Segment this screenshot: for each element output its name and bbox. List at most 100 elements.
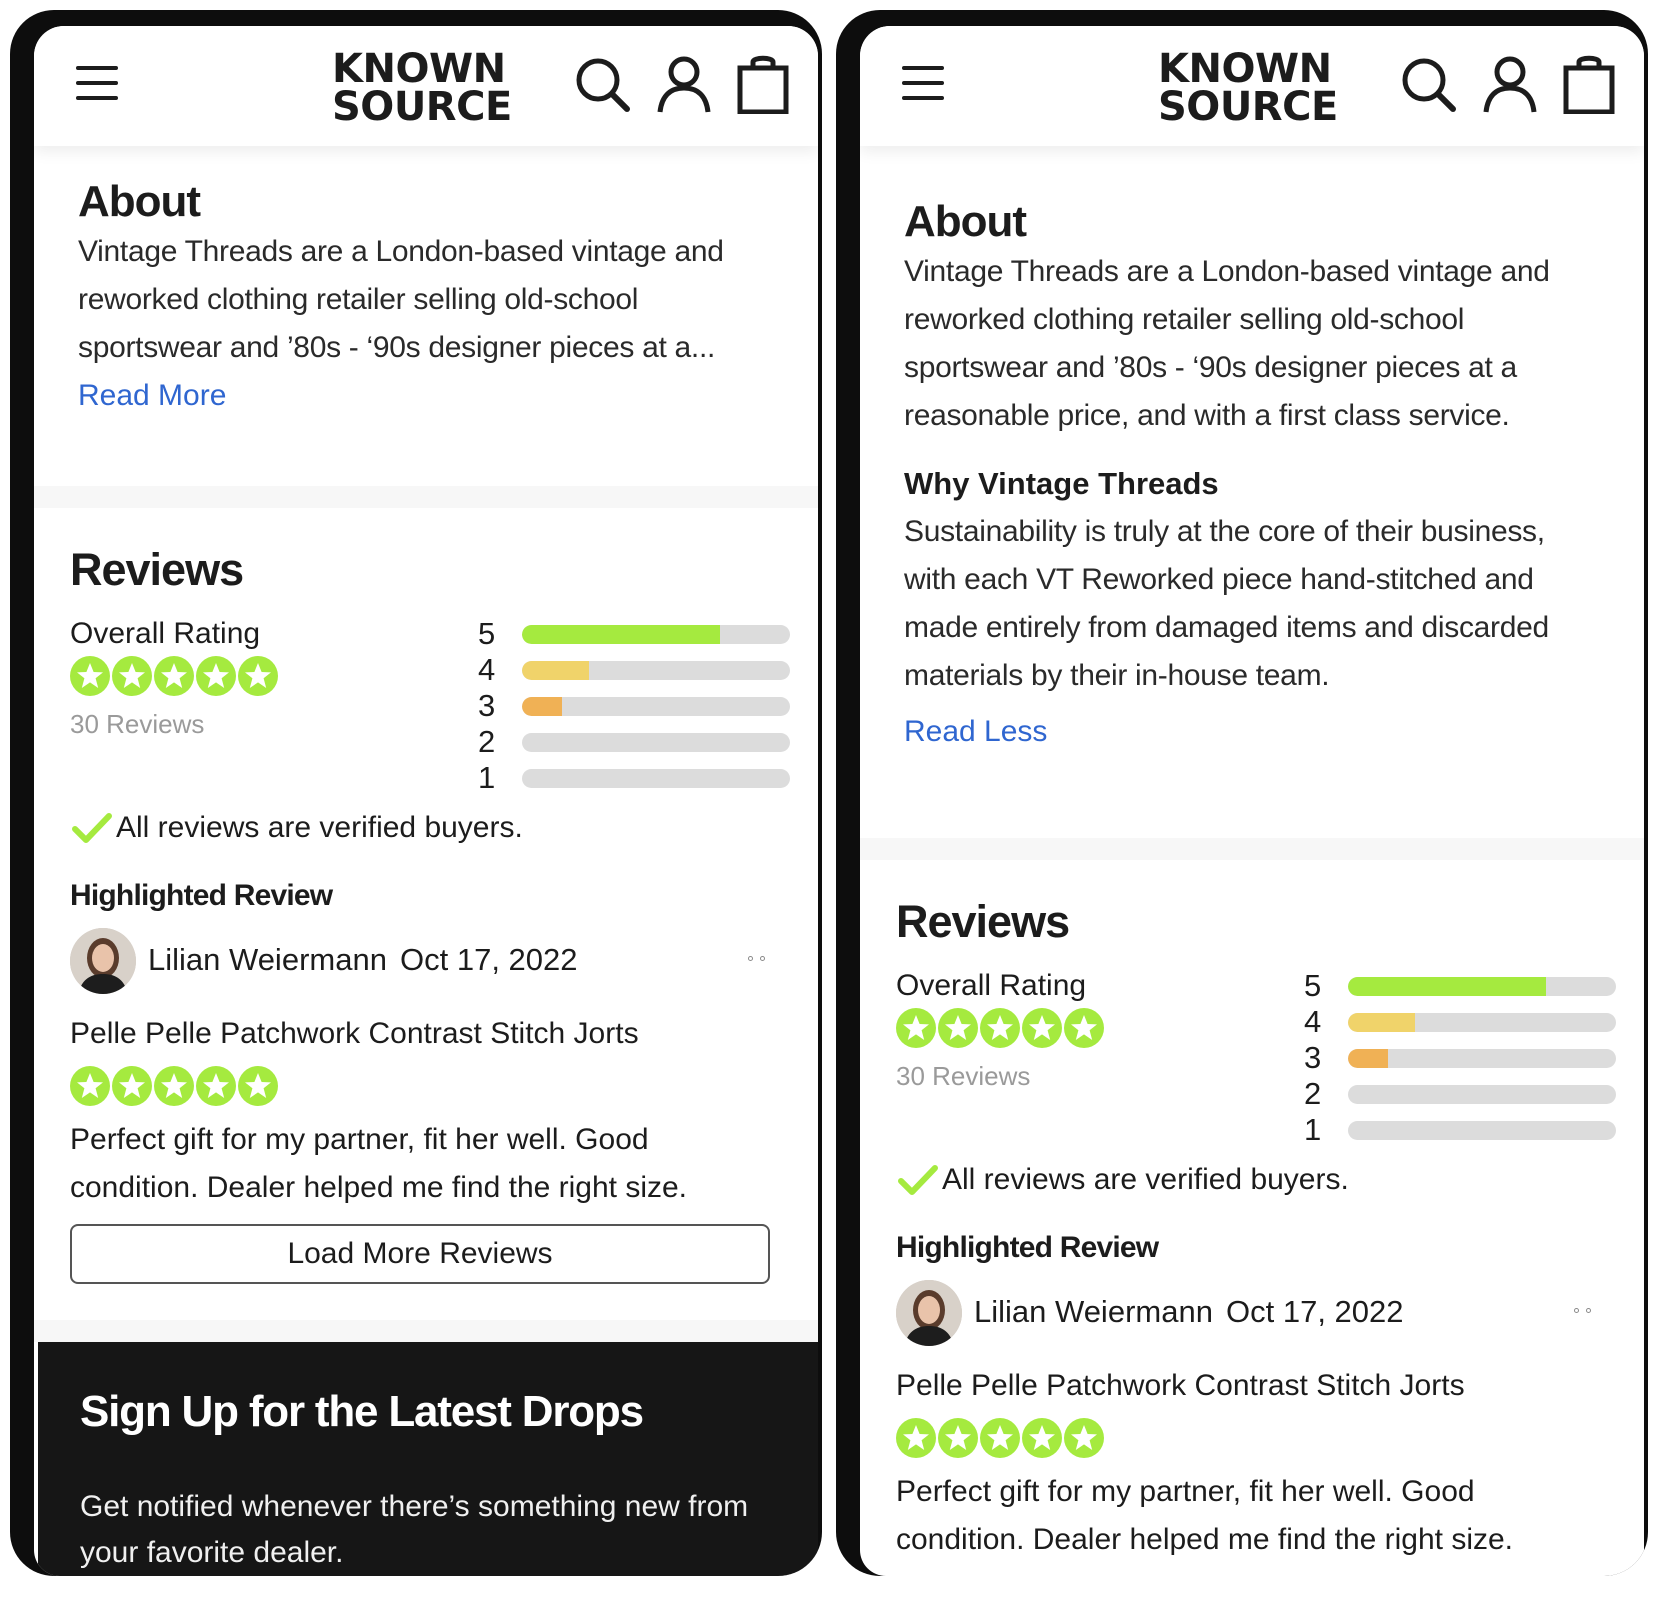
more-options-icon[interactable] bbox=[1572, 1304, 1602, 1318]
verified-text: All reviews are verified buyers. bbox=[942, 1163, 1349, 1196]
review-date: Oct 17, 2022 bbox=[1226, 1294, 1404, 1329]
star-icon bbox=[238, 1066, 278, 1106]
reviewer-name[interactable]: Lilian Weiermann bbox=[974, 1292, 1213, 1332]
review-stars bbox=[70, 1066, 818, 1106]
star-icon bbox=[1022, 1008, 1062, 1048]
rating-row-3[interactable]: 3 bbox=[1304, 1040, 1616, 1076]
menu-icon[interactable] bbox=[76, 64, 118, 102]
section-divider bbox=[34, 1320, 818, 1342]
rating-row-1[interactable]: 1 bbox=[478, 760, 790, 796]
page-content: About Vintage Threads are a London-based… bbox=[860, 196, 1644, 1564]
about-description: Vintage Threads are a London-based vinta… bbox=[78, 235, 724, 364]
review-count[interactable]: 30 Reviews bbox=[70, 708, 204, 740]
signup-text: Get notified whenever there’s something … bbox=[80, 1490, 749, 1569]
signup-title: Sign Up for the Latest Drops bbox=[80, 1387, 644, 1436]
rating-bar bbox=[1348, 1121, 1616, 1140]
rating-row-4[interactable]: 4 bbox=[1304, 1004, 1616, 1040]
app-header: KNOWN SOURCE bbox=[860, 26, 1644, 146]
reviewed-product[interactable]: Pelle Pelle Patchwork Contrast Stitch Jo… bbox=[70, 1012, 818, 1056]
star-icon bbox=[112, 656, 152, 696]
rating-row-2[interactable]: 2 bbox=[1304, 1076, 1616, 1112]
rating-bar-fill bbox=[522, 697, 563, 716]
rating-level-label: 4 bbox=[1304, 1004, 1322, 1039]
rating-row-4[interactable]: 4 bbox=[478, 652, 790, 688]
star-icon bbox=[112, 1066, 152, 1106]
avatar[interactable] bbox=[70, 928, 136, 994]
rating-bar bbox=[1348, 1013, 1616, 1032]
check-icon bbox=[72, 813, 112, 843]
star-icon bbox=[238, 656, 278, 696]
rating-bar-fill bbox=[522, 625, 721, 644]
review-text: Perfect gift for my partner, fit her wel… bbox=[70, 1123, 688, 1204]
section-divider bbox=[34, 486, 818, 508]
review-count[interactable]: 30 Reviews bbox=[896, 1060, 1030, 1092]
phone-screen: KNOWN SOURCE About Vintage Threads are a… bbox=[34, 26, 818, 1576]
rating-bar bbox=[522, 625, 790, 644]
reviewer-name[interactable]: Lilian Weiermann bbox=[148, 940, 387, 980]
read-less-link[interactable]: Read Less bbox=[904, 708, 1644, 756]
review-author: Lilian Weiermann Oct 17, 2022 bbox=[70, 928, 818, 996]
rating-bar-fill bbox=[522, 661, 589, 680]
rating-level-label: 2 bbox=[478, 724, 496, 759]
about-title: About bbox=[904, 197, 1027, 246]
rating-level-label: 1 bbox=[1304, 1112, 1322, 1147]
rating-level-label: 4 bbox=[478, 652, 496, 687]
avatar[interactable] bbox=[896, 1280, 962, 1346]
rating-level-label: 3 bbox=[478, 688, 496, 723]
rating-level-label: 3 bbox=[1304, 1040, 1322, 1075]
brand-logo[interactable]: KNOWN SOURCE bbox=[332, 49, 522, 130]
rating-bar bbox=[522, 697, 790, 716]
search-icon[interactable] bbox=[572, 54, 632, 114]
phone-expanded-view: KNOWN SOURCE About Vintage Threads are a… bbox=[836, 10, 1648, 1576]
why-text: Sustainability is truly at the core of t… bbox=[904, 515, 1549, 692]
star-icon bbox=[938, 1418, 978, 1458]
rating-bar bbox=[522, 769, 790, 788]
reviewed-product[interactable]: Pelle Pelle Patchwork Contrast Stitch Jo… bbox=[896, 1364, 1644, 1408]
read-more-link[interactable]: Read More bbox=[78, 372, 818, 420]
overall-rating-label: Overall Rating bbox=[70, 617, 261, 650]
reviews-section: Reviews Overall Rating 30 Reviews 54321 … bbox=[34, 508, 818, 1284]
rating-bar-fill bbox=[1348, 977, 1547, 996]
star-icon bbox=[196, 656, 236, 696]
logo-line-2: SOURCE bbox=[332, 84, 512, 130]
star-icon bbox=[1022, 1418, 1062, 1458]
signup-section: Sign Up for the Latest Drops Get notifie… bbox=[38, 1342, 818, 1576]
search-icon[interactable] bbox=[1398, 54, 1458, 114]
rating-row-5[interactable]: 5 bbox=[1304, 968, 1616, 1004]
star-icon bbox=[154, 1066, 194, 1106]
check-icon bbox=[898, 1165, 938, 1195]
overall-stars bbox=[70, 656, 278, 696]
star-icon bbox=[896, 1008, 936, 1048]
shopping-bag-icon[interactable] bbox=[1560, 54, 1620, 114]
about-section: About Vintage Threads are a London-based… bbox=[860, 196, 1644, 756]
rating-level-label: 5 bbox=[1304, 968, 1322, 1003]
account-icon[interactable] bbox=[654, 54, 714, 114]
brand-logo[interactable]: KNOWN SOURCE bbox=[1158, 49, 1348, 127]
about-title: About bbox=[78, 177, 201, 226]
rating-bar-fill bbox=[1348, 1049, 1389, 1068]
load-more-reviews-button[interactable]: Load More Reviews bbox=[70, 1224, 770, 1284]
rating-level-label: 1 bbox=[478, 760, 496, 795]
star-icon bbox=[938, 1008, 978, 1048]
about-section: About Vintage Threads are a London-based… bbox=[34, 176, 818, 420]
menu-icon[interactable] bbox=[902, 64, 944, 102]
rating-row-3[interactable]: 3 bbox=[478, 688, 790, 724]
why-title: Why Vintage Threads bbox=[904, 466, 1219, 501]
section-divider bbox=[860, 838, 1644, 860]
review-stars bbox=[896, 1418, 1644, 1458]
shopping-bag-icon[interactable] bbox=[734, 54, 794, 114]
overall-stars bbox=[896, 1008, 1104, 1048]
star-icon bbox=[1064, 1008, 1104, 1048]
verified-notice: All reviews are verified buyers. bbox=[896, 1160, 1644, 1200]
rating-bar-fill bbox=[1348, 1013, 1415, 1032]
rating-bar bbox=[1348, 1085, 1616, 1104]
rating-row-2[interactable]: 2 bbox=[478, 724, 790, 760]
more-options-icon[interactable] bbox=[746, 952, 776, 966]
page-content: About Vintage Threads are a London-based… bbox=[34, 176, 818, 1576]
star-icon bbox=[1064, 1418, 1104, 1458]
rating-row-1[interactable]: 1 bbox=[1304, 1112, 1616, 1148]
star-icon bbox=[70, 656, 110, 696]
account-icon[interactable] bbox=[1480, 54, 1540, 114]
star-icon bbox=[980, 1418, 1020, 1458]
rating-row-5[interactable]: 5 bbox=[478, 616, 790, 652]
